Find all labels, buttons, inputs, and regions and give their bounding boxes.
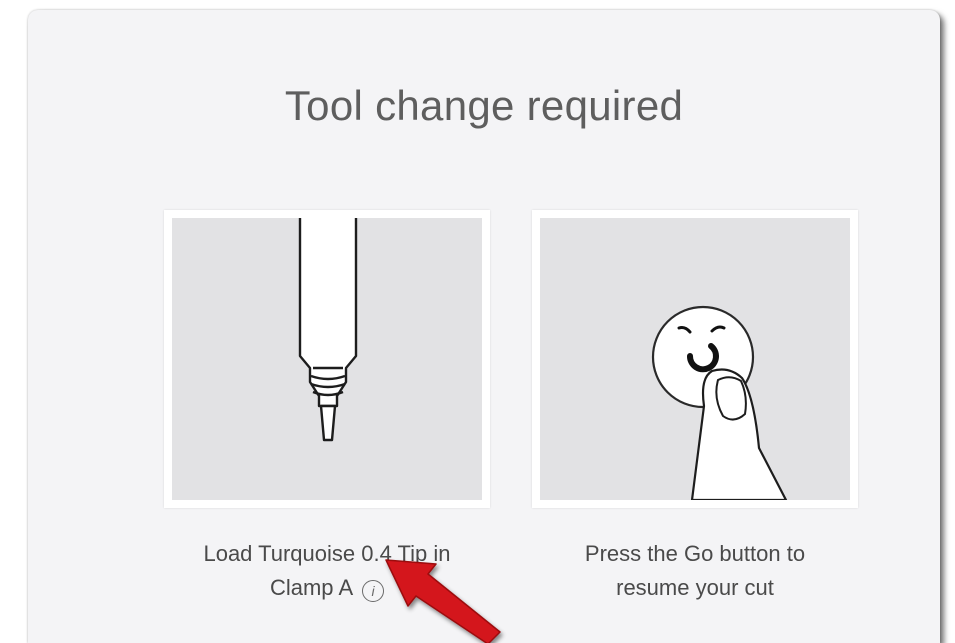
clamp-label: Clamp A (269, 575, 352, 600)
dialog-title: Tool change required (284, 82, 684, 129)
step-load-tip-card (164, 210, 490, 508)
step-press-go-card (532, 210, 858, 508)
go-button-press-icon (651, 305, 788, 500)
pen-tip-illustration (172, 218, 482, 500)
caption-line: resume your cut (616, 575, 774, 600)
pen-tip-icon (298, 218, 358, 442)
caption-line: Press the Go button to (584, 541, 806, 566)
caption-line: Clamp A i (147, 571, 507, 605)
step-load-tip-caption: Load Turquoise 0.4 Tip in Clamp A i (147, 537, 507, 605)
step-press-go-caption: Press the Go button to resume your cut (515, 537, 875, 605)
screenshot-stage: Tool change required Load Turquoise 0.4 … (0, 0, 955, 643)
caption-line: Load Turquoise 0.4 Tip in (203, 541, 451, 566)
info-icon[interactable]: i (362, 580, 385, 602)
go-button-illustration (540, 218, 850, 500)
tool-change-dialog: Tool change required Load Turquoise 0.4 … (28, 10, 940, 643)
